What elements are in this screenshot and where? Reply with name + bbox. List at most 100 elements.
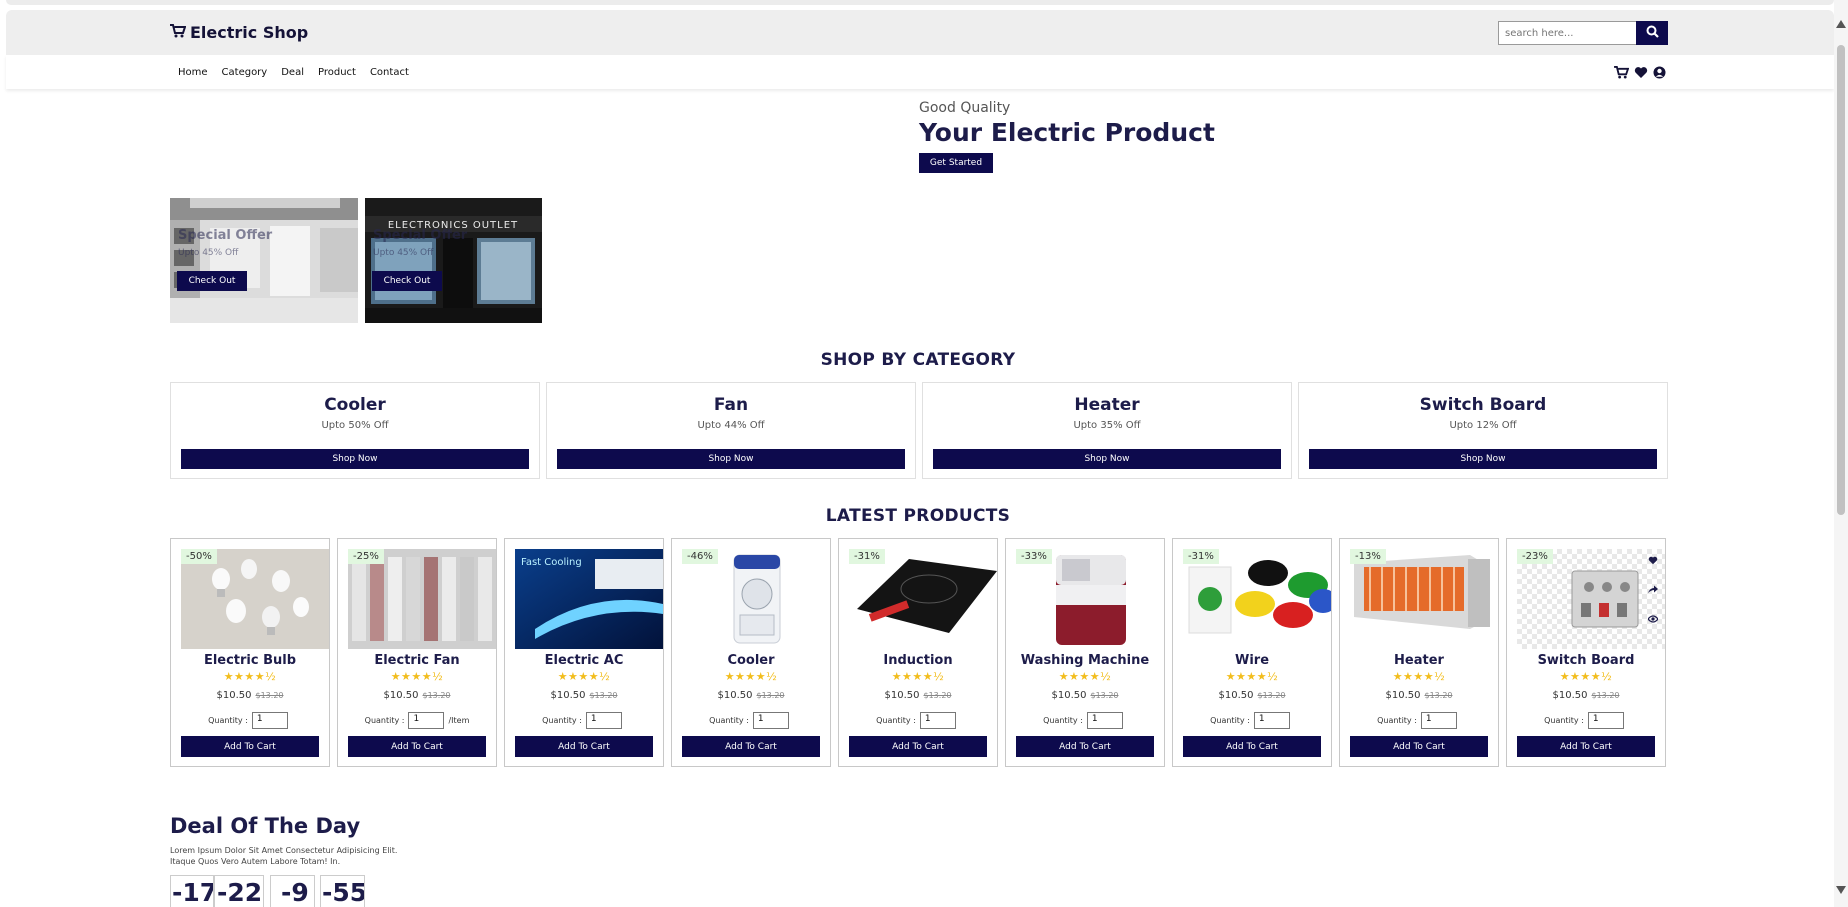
check-out-button[interactable]: Check Out	[177, 271, 247, 291]
star-rating: ★★★★½	[223, 670, 277, 683]
browser-top-strip	[6, 0, 1834, 5]
product-image[interactable]	[1517, 549, 1665, 649]
product-name[interactable]: Cooler	[672, 653, 830, 668]
shop-now-button[interactable]: Shop Now	[181, 449, 529, 469]
star-rating: ★★★★½	[1559, 670, 1613, 683]
scroll-down-arrow-icon[interactable]	[1836, 886, 1846, 894]
shop-now-button[interactable]: Shop Now	[1309, 449, 1657, 469]
product-image[interactable]	[1183, 549, 1331, 649]
old-price: $13.20	[589, 691, 618, 700]
product-name[interactable]: Heater	[1340, 653, 1498, 668]
nav-deal[interactable]: Deal	[281, 67, 304, 78]
old-price: $13.20	[1257, 691, 1286, 700]
quantity-input[interactable]: 1	[752, 712, 789, 729]
product-name[interactable]: Electric Fan	[338, 653, 496, 668]
product-name[interactable]: Wire	[1173, 653, 1331, 668]
product-price: $10.50 $13.20	[839, 690, 997, 701]
share-icon[interactable]	[1648, 579, 1658, 598]
deal-counter-seconds: -55	[320, 875, 365, 907]
quantity-row: Quantity :1	[171, 712, 329, 729]
banner-subtitle: Upto 45% Off	[373, 248, 434, 258]
get-started-button[interactable]: Get Started	[919, 153, 993, 173]
product-image[interactable]	[682, 549, 830, 649]
product-price: $10.50 $13.20	[672, 690, 830, 701]
quantity-label: Quantity :	[208, 716, 248, 725]
cart-icon	[170, 23, 187, 42]
product-name[interactable]: Switch Board	[1507, 653, 1665, 668]
quantity-unit: /Item	[448, 716, 470, 725]
product-name[interactable]: Washing Machine	[1006, 653, 1164, 668]
nav-category[interactable]: Category	[222, 67, 268, 78]
check-out-button[interactable]: Check Out	[372, 271, 442, 291]
current-price: $10.50	[884, 690, 920, 701]
cart-icon[interactable]	[1614, 64, 1630, 83]
nav-product[interactable]: Product	[318, 67, 356, 78]
search-input[interactable]	[1498, 21, 1636, 45]
product-card-electric-bulb: -50% Electric Bulb ★★★★½ $10.50 $13.20 Qu…	[170, 538, 330, 767]
product-image[interactable]	[1016, 549, 1164, 649]
logo[interactable]: Electric Shop	[170, 23, 308, 42]
product-card-wire: -31% Wire ★★★★½ $10.50 $13.20 Quantity :1…	[1172, 538, 1332, 767]
quantity-input[interactable]: 1	[1420, 712, 1457, 729]
banner-special-offer-2: ELECTRONICS OUTLET Special Offer Upto 45…	[365, 198, 542, 323]
user-icon[interactable]	[1653, 64, 1666, 83]
product-image[interactable]	[348, 549, 496, 649]
product-name[interactable]: Electric Bulb	[171, 653, 329, 668]
vertical-scrollbar[interactable]	[1834, 0, 1848, 907]
product-card-cooler: -46% Cooler ★★★★½ $10.50 $13.20 Quantity …	[671, 538, 831, 767]
category-card-fan: Fan Upto 44% Off Shop Now	[546, 382, 916, 479]
add-to-cart-button[interactable]: Add To Cart	[1183, 736, 1321, 757]
old-price: $13.20	[1591, 691, 1620, 700]
product-name[interactable]: Induction	[839, 653, 997, 668]
add-to-cart-button[interactable]: Add To Cart	[181, 736, 319, 757]
shop-now-button[interactable]: Shop Now	[933, 449, 1281, 469]
product-card-heater: -13% Heater ★★★★½ $10.50 $13.20 Quantity …	[1339, 538, 1499, 767]
product-image[interactable]	[849, 549, 997, 649]
scrollbar-thumb[interactable]	[1837, 45, 1845, 515]
category-card-switch-board: Switch Board Upto 12% Off Shop Now	[1298, 382, 1668, 479]
banner-title: Special Offer	[373, 228, 468, 243]
quantity-input[interactable]: 1	[408, 712, 445, 729]
deal-title: Deal Of The Day	[170, 814, 361, 838]
product-name[interactable]: Electric AC	[505, 653, 663, 668]
category-card-cooler: Cooler Upto 50% Off Shop Now	[170, 382, 540, 479]
quantity-input[interactable]: 1	[1587, 712, 1624, 729]
discount-badge: -50%	[181, 549, 217, 564]
product-image[interactable]: Fast Cooling	[515, 549, 663, 649]
quantity-input[interactable]: 1	[919, 712, 956, 729]
nav-home[interactable]: Home	[178, 67, 208, 78]
quantity-input[interactable]: 1	[1086, 712, 1123, 729]
quantity-input[interactable]: 1	[585, 712, 622, 729]
star-rating: ★★★★½	[1225, 670, 1279, 683]
quantity-label: Quantity :	[542, 716, 582, 725]
add-to-cart-button[interactable]: Add To Cart	[849, 736, 987, 757]
old-price: $13.20	[255, 691, 284, 700]
quantity-label: Quantity :	[1377, 716, 1417, 725]
search-button[interactable]	[1636, 21, 1668, 45]
heart-icon[interactable]	[1634, 64, 1648, 83]
quantity-input[interactable]: 1	[1253, 712, 1290, 729]
add-to-cart-button[interactable]: Add To Cart	[1016, 736, 1154, 757]
category-offer: Upto 12% Off	[1449, 420, 1517, 431]
category-title-part-b: CATEGORY	[912, 350, 1016, 370]
discount-badge: -31%	[1183, 549, 1219, 564]
shop-now-button[interactable]: Shop Now	[557, 449, 905, 469]
old-price: $13.20	[422, 691, 451, 700]
category-name: Switch Board	[1419, 395, 1547, 415]
nav-contact[interactable]: Contact	[370, 67, 409, 78]
eye-icon[interactable]	[1647, 608, 1659, 627]
add-to-cart-button[interactable]: Add To Cart	[1350, 736, 1488, 757]
product-image[interactable]	[1350, 549, 1498, 649]
add-to-cart-button[interactable]: Add To Cart	[1517, 736, 1655, 757]
add-to-cart-button[interactable]: Add To Cart	[682, 736, 820, 757]
quantity-input[interactable]: 1	[251, 712, 288, 729]
product-price: $10.50 $13.20	[1507, 690, 1665, 701]
product-image[interactable]	[181, 549, 329, 649]
discount-badge: -13%	[1350, 549, 1386, 564]
scroll-up-arrow-icon[interactable]	[1836, 20, 1846, 28]
star-rating: ★★★★½	[1058, 670, 1112, 683]
add-to-cart-button[interactable]: Add To Cart	[348, 736, 486, 757]
add-to-cart-button[interactable]: Add To Cart	[515, 736, 653, 757]
product-card-washing-machine: -33% Washing Machine ★★★★½ $10.50 $13.20 …	[1005, 538, 1165, 767]
heart-icon[interactable]	[1648, 550, 1658, 569]
